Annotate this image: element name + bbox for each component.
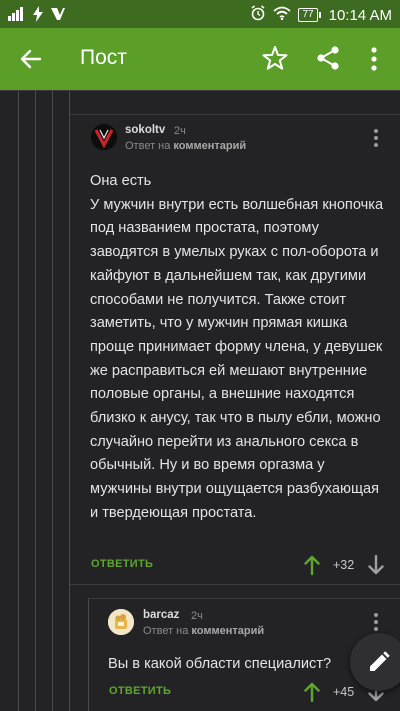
- reply-target-link[interactable]: комментарий: [191, 625, 264, 637]
- comment-divider: [70, 114, 400, 115]
- app-bar: Пост: [0, 28, 400, 90]
- clock-text: 10:14 AM: [328, 6, 392, 24]
- comment-body: Вы в какой области специалист?: [108, 656, 332, 672]
- comment-username[interactable]: sokoltv: [125, 124, 165, 136]
- avatar[interactable]: [108, 609, 134, 635]
- battery-level: 77: [298, 8, 321, 22]
- more-vertical-icon: [374, 129, 378, 147]
- reply-to-label[interactable]: Ответ на комментарий: [125, 140, 246, 152]
- thread-line: [18, 90, 19, 711]
- thread-line: [35, 90, 36, 711]
- back-button[interactable]: [16, 44, 46, 74]
- arrow-down-icon: [368, 554, 384, 575]
- upvote-button[interactable]: [304, 682, 320, 703]
- thread-line: [88, 598, 89, 711]
- reply-prefix: Ответ на: [143, 625, 189, 637]
- reply-button[interactable]: ОТВЕТИТЬ: [91, 558, 153, 570]
- thread-line: [69, 90, 70, 711]
- share-button[interactable]: [314, 44, 342, 72]
- signal-bars-icon: [8, 7, 26, 26]
- arrow-up-icon: [304, 682, 320, 703]
- upvote-button[interactable]: [304, 555, 320, 576]
- app-logo-icon: [50, 6, 66, 27]
- comment-time: 2ч: [191, 610, 203, 622]
- arrow-left-icon: [20, 49, 42, 69]
- comment-divider: [70, 584, 400, 585]
- reply-to-label[interactable]: Ответ на комментарий: [143, 625, 264, 637]
- status-bar: 77 10:14 AM: [0, 0, 400, 28]
- more-menu-button[interactable]: [368, 46, 380, 72]
- comment-score: +45: [333, 685, 355, 699]
- comment-divider: [0, 90, 400, 91]
- arrow-up-icon: [304, 555, 320, 576]
- wifi-icon: [273, 6, 292, 24]
- pencil-icon: [370, 651, 390, 671]
- share-icon: [317, 46, 339, 70]
- comment-menu-button[interactable]: [373, 128, 379, 148]
- comment-score: +32: [333, 558, 355, 572]
- avatar[interactable]: [91, 124, 117, 150]
- comment-body: Она есть У мужчин внутри есть волшебная …: [90, 173, 384, 521]
- more-vertical-icon: [374, 613, 378, 631]
- user-avatar-image-icon: [108, 609, 134, 635]
- star-outline-icon: [262, 46, 288, 70]
- downvote-button[interactable]: [368, 554, 384, 575]
- comment-time: 2ч: [174, 125, 186, 137]
- comment-menu-button[interactable]: [373, 612, 379, 632]
- page-title: Пост: [80, 46, 127, 69]
- user-avatar-logo-icon: [91, 124, 117, 150]
- reply-target-link[interactable]: комментарий: [173, 140, 246, 152]
- comment-username[interactable]: barcaz: [143, 609, 179, 621]
- alarm-clock-icon: [250, 5, 266, 25]
- reply-prefix: Ответ на: [125, 140, 171, 152]
- write-comment-button[interactable]: [350, 633, 400, 691]
- thread-line: [52, 90, 53, 711]
- lightning-icon: [32, 6, 44, 27]
- reply-button[interactable]: ОТВЕТИТЬ: [109, 685, 171, 697]
- bookmark-button[interactable]: [261, 44, 289, 72]
- more-vertical-icon: [371, 47, 377, 71]
- comment-divider: [89, 598, 400, 599]
